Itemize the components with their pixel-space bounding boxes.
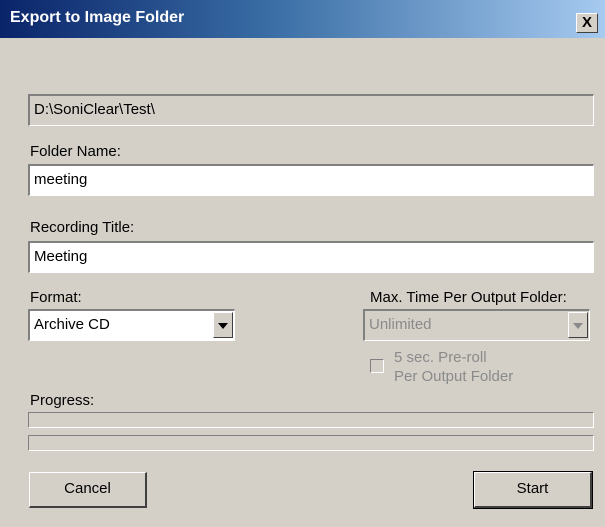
chevron-down-icon xyxy=(218,323,228,329)
recording-title-input[interactable]: Meeting xyxy=(28,241,594,273)
max-time-dropdown-button[interactable] xyxy=(568,312,588,338)
progress-label: Progress: xyxy=(30,392,95,409)
max-time-select[interactable]: Unlimited xyxy=(363,309,590,341)
format-selected-value: Archive CD xyxy=(34,316,110,333)
max-time-selected-value: Unlimited xyxy=(369,316,432,333)
title-bar: Export to Image Folder X xyxy=(0,0,605,38)
format-dropdown-button[interactable] xyxy=(213,312,233,338)
format-label: Format: xyxy=(30,289,82,306)
preroll-label-line2: Per Output Folder xyxy=(394,368,514,385)
start-button[interactable]: Start xyxy=(473,471,593,509)
max-time-label: Max. Time Per Output Folder: xyxy=(370,289,567,306)
folder-name-label: Folder Name: xyxy=(30,143,121,160)
preroll-label-line1: 5 sec. Pre-roll xyxy=(394,349,487,366)
recording-title-label: Recording Title: xyxy=(30,219,135,236)
progress-bar-2 xyxy=(28,435,594,451)
path-display: D:\SoniClear\Test\ xyxy=(28,94,594,126)
chevron-down-icon xyxy=(573,323,583,329)
window-title: Export to Image Folder xyxy=(10,9,185,26)
folder-name-input[interactable]: meeting xyxy=(28,164,594,196)
close-button[interactable]: X xyxy=(576,13,598,33)
cancel-button[interactable]: Cancel xyxy=(29,472,147,508)
format-select[interactable]: Archive CD xyxy=(28,309,235,341)
preroll-checkbox[interactable] xyxy=(370,359,384,373)
close-icon: X xyxy=(581,14,592,31)
progress-bar-1 xyxy=(28,412,594,428)
